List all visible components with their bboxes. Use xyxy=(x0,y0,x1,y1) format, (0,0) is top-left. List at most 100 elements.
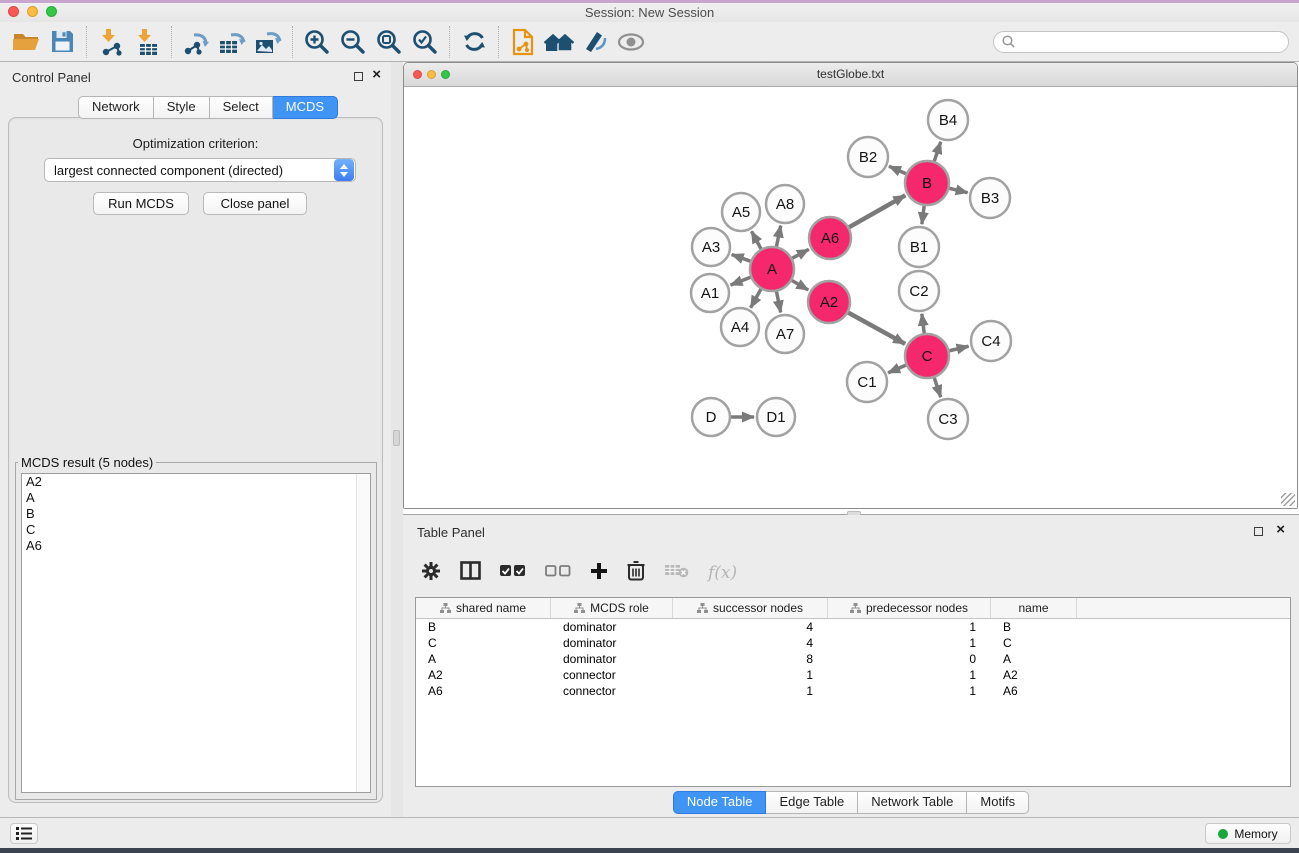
result-item[interactable]: A6 xyxy=(22,538,370,554)
tab-network-table[interactable]: Network Table xyxy=(858,791,967,814)
window-resize-grip[interactable] xyxy=(1281,493,1295,506)
network-from-file-button[interactable] xyxy=(505,24,541,60)
graph-edge-B-B2[interactable] xyxy=(889,166,906,173)
export-network-button[interactable] xyxy=(178,24,214,60)
show-columns-button[interactable] xyxy=(460,561,481,585)
deselect-all-columns-button[interactable] xyxy=(545,564,571,582)
graph-node-A4[interactable]: A4 xyxy=(721,308,759,346)
graph-edge-A-A2[interactable] xyxy=(792,281,808,290)
graph-edge-A-A4[interactable] xyxy=(751,289,761,308)
table-row[interactable]: A dominator 8 0 A xyxy=(416,651,1290,667)
import-network-button[interactable] xyxy=(93,24,129,60)
column-header-mcds-role[interactable]: MCDS role xyxy=(551,598,673,618)
delete-table-button[interactable] xyxy=(664,563,689,583)
create-column-button[interactable] xyxy=(590,562,608,585)
result-item[interactable]: C xyxy=(22,522,370,538)
mcds-result-list[interactable]: A2 A B C A6 xyxy=(21,473,371,793)
graph-node-A5[interactable]: A5 xyxy=(722,193,760,231)
graph-node-D[interactable]: D xyxy=(692,398,730,436)
graph-node-B4[interactable]: B4 xyxy=(928,100,968,140)
graph-node-B3[interactable]: B3 xyxy=(970,178,1010,218)
delete-column-button[interactable] xyxy=(627,560,645,586)
column-header-successor-nodes[interactable]: successor nodes xyxy=(673,598,828,618)
export-image-button[interactable] xyxy=(250,24,286,60)
graph-node-A[interactable]: A xyxy=(750,247,794,291)
graph-edge-C-C4[interactable] xyxy=(949,346,968,351)
graph-node-A7[interactable]: A7 xyxy=(766,315,804,353)
graph-edge-A-A1[interactable] xyxy=(731,277,751,285)
network-graph[interactable]: B4B2BB3A8A5A6A3B1AC2A1A2A4A7C4CC1DD1C3 xyxy=(404,87,1298,508)
graph-node-B2[interactable]: B2 xyxy=(848,137,888,177)
tab-select[interactable]: Select xyxy=(210,96,273,119)
tab-network[interactable]: Network xyxy=(78,96,154,119)
graph-edge-B-B3[interactable] xyxy=(949,188,967,192)
graph-edge-A-A5[interactable] xyxy=(752,231,762,248)
run-mcds-button[interactable]: Run MCDS xyxy=(93,192,189,215)
graph-edge-A-A8[interactable] xyxy=(777,226,781,247)
result-item[interactable]: A xyxy=(22,490,370,506)
graph-node-A1[interactable]: A1 xyxy=(691,274,729,312)
home-layout-button[interactable] xyxy=(541,24,577,60)
graph-edge-C-C1[interactable] xyxy=(888,365,906,373)
graph-node-B1[interactable]: B1 xyxy=(899,227,939,267)
zoom-fit-button[interactable] xyxy=(371,24,407,60)
graph-node-A2[interactable]: A2 xyxy=(808,281,850,323)
graph-edge-B-B1[interactable] xyxy=(922,206,924,224)
column-header-predecessor-nodes[interactable]: predecessor nodes xyxy=(828,598,991,618)
vertical-splitter[interactable] xyxy=(391,62,403,817)
graph-node-C4[interactable]: C4 xyxy=(971,321,1011,361)
graph-edge-A-A7[interactable] xyxy=(777,292,781,313)
graph-edge-A-A6[interactable] xyxy=(792,249,809,258)
tab-motifs[interactable]: Motifs xyxy=(967,791,1029,814)
splitter-grip[interactable] xyxy=(393,430,400,446)
graph-node-D1[interactable]: D1 xyxy=(757,398,795,436)
graph-node-A6[interactable]: A6 xyxy=(809,217,851,259)
show-graphics-details-button[interactable] xyxy=(577,24,613,60)
table-settings-button[interactable] xyxy=(421,561,441,586)
table-row[interactable]: A2 connector 1 1 A2 xyxy=(416,667,1290,683)
result-scrollbar[interactable] xyxy=(356,474,370,792)
table-row[interactable]: B dominator 4 1 B xyxy=(416,619,1290,635)
zoom-selected-button[interactable] xyxy=(407,24,443,60)
network-canvas[interactable]: B4B2BB3A8A5A6A3B1AC2A1A2A4A7C4CC1DD1C3 xyxy=(404,87,1297,508)
graph-edge-A6-B[interactable] xyxy=(849,195,905,227)
graph-node-C3[interactable]: C3 xyxy=(928,399,968,439)
graph-edge-A2-C[interactable] xyxy=(848,313,905,344)
open-session-button[interactable] xyxy=(8,24,44,60)
zoom-out-button[interactable] xyxy=(335,24,371,60)
result-item[interactable]: A2 xyxy=(22,474,370,490)
tab-edge-table[interactable]: Edge Table xyxy=(766,791,858,814)
graph-edge-C-C2[interactable] xyxy=(922,314,924,333)
network-window-titlebar[interactable]: testGlobe.txt xyxy=(404,63,1297,87)
preview-eye-button[interactable] xyxy=(613,24,649,60)
float-panel-icon[interactable] xyxy=(354,72,363,81)
tab-style[interactable]: Style xyxy=(154,96,210,119)
refresh-button[interactable] xyxy=(456,24,492,60)
search-input[interactable] xyxy=(1020,35,1280,49)
close-panel-button[interactable]: Close panel xyxy=(203,192,307,215)
result-item[interactable]: B xyxy=(22,506,370,522)
table-row[interactable]: A6 connector 1 1 A6 xyxy=(416,683,1290,699)
graph-node-C1[interactable]: C1 xyxy=(847,362,887,402)
zoom-in-button[interactable] xyxy=(299,24,335,60)
tab-node-table[interactable]: Node Table xyxy=(673,791,767,814)
import-table-button[interactable] xyxy=(129,24,165,60)
graph-node-C2[interactable]: C2 xyxy=(899,271,939,311)
function-builder-button[interactable]: f(x) xyxy=(708,563,737,583)
column-header-shared-name[interactable]: shared name xyxy=(416,598,551,618)
select-all-columns-button[interactable] xyxy=(500,564,526,582)
task-history-button[interactable] xyxy=(10,823,38,844)
graph-node-C[interactable]: C xyxy=(905,334,949,378)
close-panel-icon[interactable]: × xyxy=(372,66,381,84)
memory-button[interactable]: Memory xyxy=(1205,823,1291,844)
graph-node-A8[interactable]: A8 xyxy=(766,185,804,223)
graph-edge-C-C3[interactable] xyxy=(934,378,940,397)
graph-edge-B-B4[interactable] xyxy=(934,142,940,161)
criterion-dropdown[interactable]: largest connected component (directed) xyxy=(44,158,356,182)
graph-edge-A-A3[interactable] xyxy=(732,254,751,261)
close-panel-icon[interactable]: × xyxy=(1276,521,1285,539)
float-panel-icon[interactable] xyxy=(1254,527,1263,536)
save-session-button[interactable] xyxy=(44,24,80,60)
table-row[interactable]: C dominator 4 1 C xyxy=(416,635,1290,651)
graph-node-B[interactable]: B xyxy=(905,161,949,205)
